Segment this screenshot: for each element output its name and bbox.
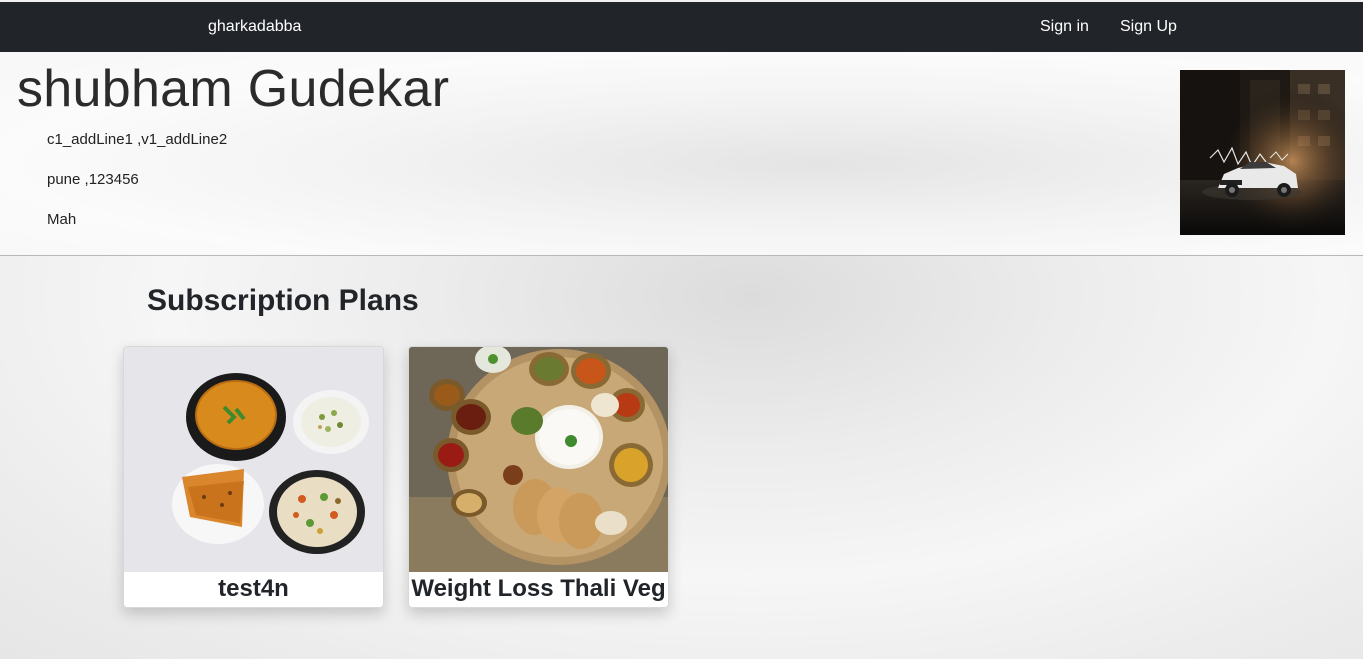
car-photo-image xyxy=(1180,70,1345,235)
top-navbar: gharkadabba Sign in Sign Up xyxy=(0,2,1363,52)
state: Mah xyxy=(47,211,77,228)
profile-header: shubham Gudekar c1_addLine1 ,v1_addLine2… xyxy=(0,52,1363,256)
profile-avatar xyxy=(1180,70,1345,235)
plan-card[interactable]: Weight Loss Thali Veg xyxy=(408,346,669,608)
plan-title: test4n xyxy=(218,575,289,602)
profile-name: shubham Gudekar xyxy=(17,60,450,118)
sign-up-link[interactable]: Sign Up xyxy=(1120,18,1177,36)
dal-rice-paratha-image xyxy=(124,347,383,572)
brand-link[interactable]: gharkadabba xyxy=(208,18,301,36)
subscription-plans-heading: Subscription Plans xyxy=(147,284,419,317)
city-pincode: pune ,123456 xyxy=(47,171,139,188)
veg-thali-image xyxy=(409,347,668,572)
sign-in-link[interactable]: Sign in xyxy=(1040,18,1089,36)
plan-title: Weight Loss Thali Veg xyxy=(411,575,666,602)
address-line: c1_addLine1 ,v1_addLine2 xyxy=(47,131,228,148)
plan-card[interactable]: test4n xyxy=(123,346,384,608)
